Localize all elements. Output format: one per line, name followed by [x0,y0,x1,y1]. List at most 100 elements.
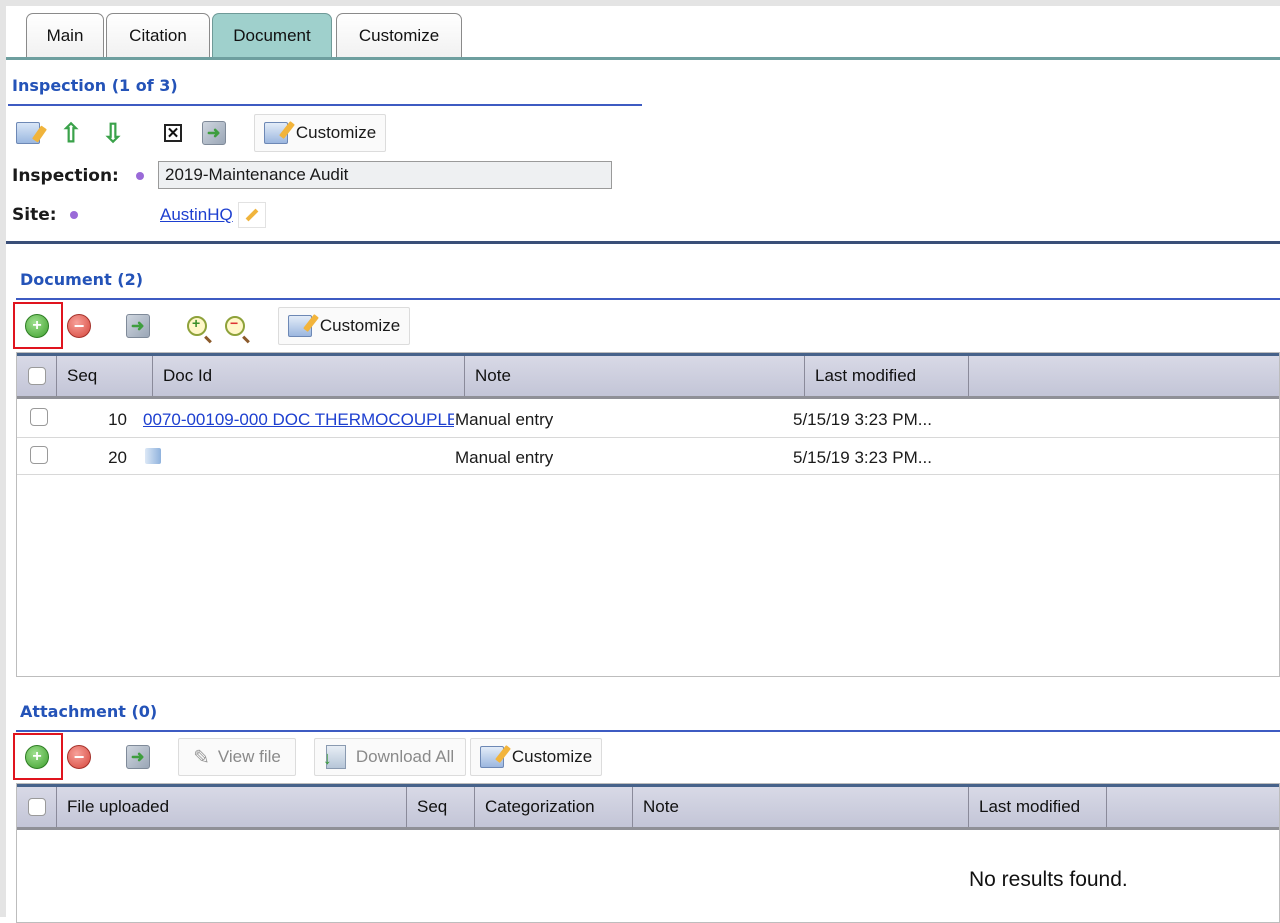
row-checkbox[interactable] [30,446,48,464]
view-file-button[interactable]: ✎ View file [178,738,296,776]
zoom-in-icon [187,315,207,336]
tab-customize-label: Customize [358,25,440,45]
attachment-table: File uploaded Seq Categorization Note La… [16,783,1280,923]
download-all-button[interactable]: Download All [314,738,466,776]
arrow-up-icon: ⇧ [60,118,82,148]
select-all-checkbox[interactable] [27,367,46,385]
refresh-icon [202,121,226,145]
section-divider [6,241,1280,244]
edit-record-button[interactable] [10,114,46,152]
inspection-customize-button[interactable]: Customize [254,114,386,152]
column-header-doc-id[interactable]: Doc Id [153,356,465,396]
download-all-label: Download All [355,747,455,766]
inspection-customize-label: Customize [295,123,377,142]
next-record-button[interactable]: ⇩ [98,114,128,152]
close-x-icon: ✕ [164,124,182,142]
document-file-icon[interactable] [145,448,161,464]
column-header-last-modified[interactable]: Last modified [969,787,1107,827]
site-field-label: Site: [12,205,57,225]
row-last-modified: 5/15/19 3:23 PM... [793,410,932,429]
document-customize-button[interactable]: Customize [278,307,410,345]
remove-document-button[interactable]: − [62,307,96,345]
add-document-highlight [13,302,63,349]
required-indicator-icon [136,172,144,180]
column-header-seq[interactable]: Seq [407,787,475,827]
document-title-rule [16,298,1280,300]
zoom-out-button[interactable] [218,307,252,345]
column-header-doc-id-label: Doc Id [163,366,213,385]
inspection-section-title: Inspection (1 of 3) [12,76,178,95]
document-section-title: Document (2) [20,270,144,289]
document-refresh-button[interactable] [120,307,156,345]
column-header-last-modified-label: Last modified [815,366,917,385]
row-doc-id-link[interactable]: 0070-00109-000 DOC THERMOCOUPLE [143,410,454,430]
previous-record-button[interactable]: ⇧ [56,114,86,152]
column-header-file-uploaded-label: File uploaded [67,797,170,816]
attachment-customize-button[interactable]: Customize [470,738,602,776]
document-table: Seq Doc Id Note Last modified 10 0070-00… [16,352,1280,677]
column-header-last-modified-label: Last modified [979,797,1081,816]
tab-citation-label: Citation [129,25,187,45]
select-all-cell [17,356,57,396]
inspection-name-field[interactable]: 2019-Maintenance Audit [158,161,612,189]
tab-citation[interactable]: Citation [106,13,210,57]
customize-icon [263,122,288,144]
refresh-button[interactable] [196,114,232,152]
table-row[interactable]: 20 Manual entry 5/15/19 3:23 PM... [17,438,1279,474]
column-header-seq[interactable]: Seq [57,356,153,396]
column-header-note[interactable]: Note [633,787,969,827]
row-seq: 20 [108,448,127,467]
refresh-icon [126,314,150,338]
column-header-note[interactable]: Note [465,356,805,396]
tab-customize[interactable]: Customize [336,13,462,57]
document-customize-label: Customize [319,316,401,335]
row-note: Manual entry [455,410,554,429]
document-table-header: Seq Doc Id Note Last modified [17,353,1279,399]
column-header-note-label: Note [643,797,679,816]
view-file-label: View file [217,747,281,766]
close-record-button[interactable]: ✕ [156,114,190,152]
window-left-border [0,0,6,917]
attachment-section-title: Attachment (0) [20,702,158,721]
row-last-modified: 5/15/19 3:23 PM... [793,448,932,467]
window-top-border [0,0,1280,6]
column-header-file-uploaded[interactable]: File uploaded [57,787,407,827]
select-all-cell [17,787,57,827]
table-row[interactable]: 10 0070-00109-000 DOC THERMOCOUPLE Manua… [17,399,1279,437]
arrow-down-icon: ⇩ [102,118,124,148]
row-checkbox[interactable] [30,408,48,426]
column-header-last-modified[interactable]: Last modified [805,356,969,396]
inspection-title-rule [8,104,642,106]
remove-attachment-button[interactable]: − [62,738,96,776]
tab-document[interactable]: Document [212,13,332,57]
attachment-table-header: File uploaded Seq Categorization Note La… [17,784,1279,830]
add-attachment-highlight [13,733,63,780]
empty-state-message: No results found. [969,868,1128,891]
remove-circle-icon: − [67,745,91,769]
column-header-note-label: Note [475,366,511,385]
edit-site-button[interactable] [238,202,266,228]
inspection-name-value: 2019-Maintenance Audit [165,165,349,184]
paperclip-icon: ✎ [193,746,210,769]
customize-icon [287,315,312,337]
column-header-categorization[interactable]: Categorization [475,787,633,827]
pencil-icon [245,208,259,222]
column-header-categorization-label: Categorization [485,797,595,816]
site-link[interactable]: AustinHQ [160,205,233,225]
attachment-customize-label: Customize [511,747,593,766]
row-divider [17,474,1279,475]
remove-circle-icon: − [67,314,91,338]
download-icon [323,745,346,769]
attachment-title-rule [16,730,1280,732]
zoom-out-icon [225,315,245,336]
inspection-field-label: Inspection: [12,166,119,186]
zoom-in-button[interactable] [180,307,214,345]
edit-notepad-icon [16,122,40,144]
row-seq: 10 [108,410,127,429]
column-header-seq-label: Seq [417,797,448,816]
row-note: Manual entry [455,448,554,467]
tab-main[interactable]: Main [26,13,104,57]
select-all-checkbox[interactable] [27,798,46,816]
attachment-refresh-button[interactable] [120,738,156,776]
tab-underline [6,57,1280,60]
